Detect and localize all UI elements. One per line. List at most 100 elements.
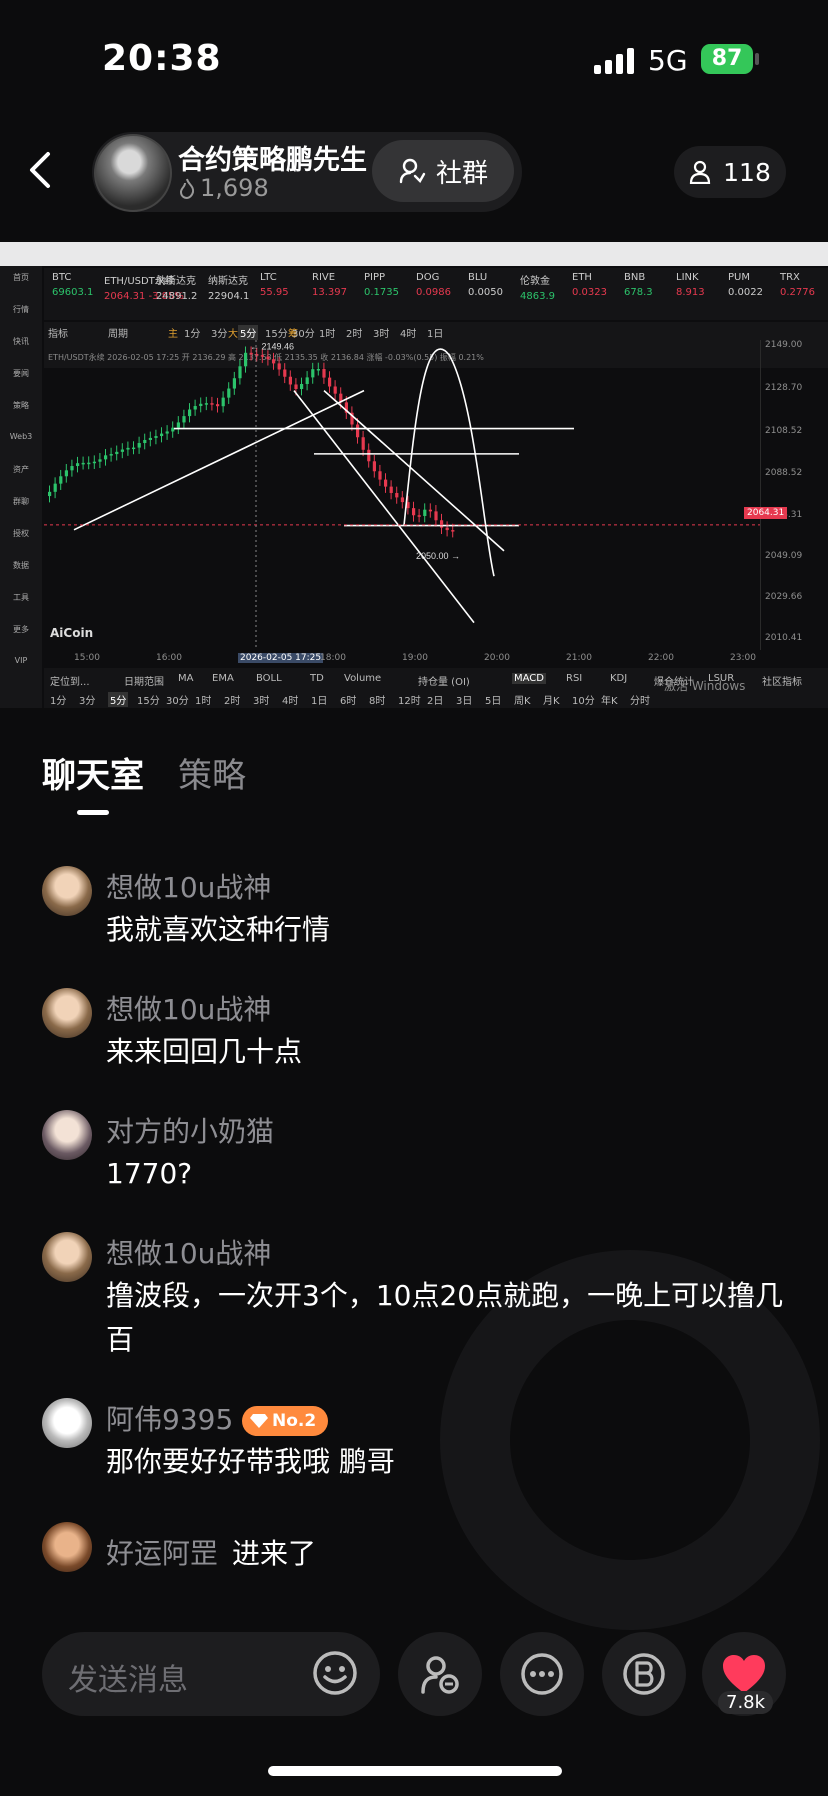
- left-nav-item[interactable]: 更多: [4, 624, 38, 635]
- timeframe-option[interactable]: 2时: [224, 692, 240, 707]
- period-option[interactable]: 30分: [292, 325, 315, 340]
- indicator-option[interactable]: 社区指标: [762, 673, 802, 688]
- member-count-button[interactable]: 118: [674, 146, 786, 198]
- timeframe-option[interactable]: 年K: [601, 692, 618, 707]
- home-indicator[interactable]: [268, 1766, 562, 1776]
- period-option[interactable]: 3时: [373, 325, 389, 340]
- user-avatar[interactable]: [42, 1110, 92, 1160]
- period-option[interactable]: 15分: [265, 325, 288, 340]
- period-option[interactable]: 1分: [184, 325, 200, 340]
- emoji-icon[interactable]: [310, 1648, 360, 1698]
- tab-strategy[interactable]: 策略: [178, 748, 246, 797]
- indicator-option[interactable]: MACD: [512, 673, 546, 684]
- indicator-option[interactable]: 持仓量 (OI): [418, 673, 470, 688]
- left-nav-item[interactable]: 策略: [4, 400, 38, 411]
- left-nav-item[interactable]: 资产: [4, 464, 38, 475]
- ticker-item[interactable]: PUM 0.0022: [728, 272, 763, 298]
- indicator-option[interactable]: EMA: [212, 673, 234, 684]
- host-avatar[interactable]: [94, 134, 172, 212]
- left-nav-item[interactable]: 数据: [4, 560, 38, 571]
- back-arrow-icon[interactable]: [28, 150, 54, 190]
- candle-body: [193, 406, 197, 410]
- ticker-item[interactable]: LTC 55.95: [260, 272, 289, 298]
- timeframe-option[interactable]: 3时: [253, 692, 269, 707]
- chart-tool[interactable]: 指标: [48, 325, 68, 340]
- indicator-option[interactable]: KDJ: [610, 673, 627, 684]
- left-nav-item[interactable]: 首页: [4, 272, 38, 283]
- ticker-item[interactable]: RIVE 13.397: [312, 272, 347, 298]
- coin-button[interactable]: [602, 1632, 686, 1716]
- community-button[interactable]: 社群: [372, 140, 514, 202]
- left-nav-item[interactable]: 快讯: [4, 336, 38, 347]
- candle-body: [48, 491, 52, 497]
- user-avatar[interactable]: [42, 1398, 92, 1448]
- timeframe-option[interactable]: 5分: [108, 692, 129, 707]
- ticker-item[interactable]: BTC 69603.1: [52, 272, 93, 298]
- timeframe-option[interactable]: 3日: [456, 692, 472, 707]
- message-username[interactable]: 想做10u战神: [106, 988, 271, 1028]
- left-nav-item[interactable]: 要闻: [4, 368, 38, 379]
- ticker-item[interactable]: BNB 678.3: [624, 272, 653, 298]
- ticker-item[interactable]: LINK 8.913: [676, 272, 705, 298]
- timeframe-option[interactable]: 2日: [427, 692, 443, 707]
- period-option[interactable]: 5分: [238, 325, 259, 340]
- indicator-option[interactable]: TD: [310, 673, 324, 684]
- chart-tool[interactable]: 主: [168, 325, 178, 340]
- left-nav-item[interactable]: Web3: [4, 432, 38, 441]
- user-avatar[interactable]: [42, 1232, 92, 1282]
- ticker-item[interactable]: PIPP 0.1735: [364, 272, 399, 298]
- period-option[interactable]: 1时: [319, 325, 335, 340]
- timeframe-option[interactable]: 6时: [340, 692, 356, 707]
- live-stream-video[interactable]: 首页行情快讯要闻策略 Web3 资产群聊授权数据工具更多 VIP BTC 69603.1…: [0, 242, 828, 708]
- period-option[interactable]: 2时: [346, 325, 362, 340]
- user-avatar[interactable]: [42, 866, 92, 916]
- timeframe-option[interactable]: 10分: [572, 692, 595, 707]
- indicator-option[interactable]: MA: [178, 673, 193, 684]
- timeframe-option[interactable]: 1日: [311, 692, 327, 707]
- community-join-button[interactable]: [398, 1632, 482, 1716]
- chart-tool[interactable]: 周期: [108, 325, 128, 340]
- ticker-item[interactable]: BLU 0.0050: [468, 272, 503, 298]
- indicator-option[interactable]: RSI: [566, 673, 582, 684]
- chart-tool[interactable]: 大: [228, 325, 238, 340]
- period-option[interactable]: 1日: [427, 325, 443, 340]
- left-nav-item[interactable]: VIP: [4, 656, 38, 665]
- period-option[interactable]: 4时: [400, 325, 416, 340]
- timeframe-option[interactable]: 1时: [195, 692, 211, 707]
- message-username[interactable]: 好运阿罡: [106, 1532, 218, 1572]
- ticker-item[interactable]: DOG 0.0986: [416, 272, 451, 298]
- timeframe-option[interactable]: 8时: [369, 692, 385, 707]
- user-avatar[interactable]: [42, 1522, 92, 1572]
- timeframe-option[interactable]: 4时: [282, 692, 298, 707]
- timeframe-option[interactable]: 周K: [514, 692, 531, 707]
- left-nav-item[interactable]: 行情: [4, 304, 38, 315]
- timeframe-option[interactable]: 分时: [630, 692, 650, 707]
- ticker-item[interactable]: ETH 0.0323: [572, 272, 607, 298]
- left-nav-item[interactable]: 群聊: [4, 496, 38, 507]
- more-options-button[interactable]: [500, 1632, 584, 1716]
- period-option[interactable]: 3分: [211, 325, 227, 340]
- left-nav-item[interactable]: 授权: [4, 528, 38, 539]
- tab-chat-room[interactable]: 聊天室: [42, 748, 144, 797]
- timeframe-option[interactable]: 3分: [79, 692, 95, 707]
- message-username[interactable]: 想做10u战神: [106, 866, 271, 906]
- ticker-item[interactable]: 纳斯达克 24891.2: [156, 272, 197, 302]
- left-nav-item[interactable]: 工具: [4, 592, 38, 603]
- timeframe-option[interactable]: 月K: [543, 692, 560, 707]
- indicator-option[interactable]: 日期范围: [124, 673, 164, 688]
- user-avatar[interactable]: [42, 988, 92, 1038]
- message-username[interactable]: 对方的小奶猫: [106, 1110, 274, 1150]
- ticker-item[interactable]: 纳斯达克 22904.1: [208, 272, 249, 302]
- ticker-item[interactable]: 伦敦金 4863.9: [520, 272, 555, 302]
- message-username[interactable]: 想做10u战神: [106, 1232, 271, 1272]
- timeframe-option[interactable]: 15分: [137, 692, 160, 707]
- indicator-option[interactable]: 定位到...: [50, 673, 90, 688]
- indicator-option[interactable]: Volume: [344, 673, 381, 684]
- timeframe-option[interactable]: 1分: [50, 692, 66, 707]
- timeframe-option[interactable]: 5日: [485, 692, 501, 707]
- indicator-option[interactable]: BOLL: [256, 673, 282, 684]
- timeframe-option[interactable]: 12时: [398, 692, 421, 707]
- ticker-item[interactable]: TRX 0.2776: [780, 272, 815, 298]
- message-username[interactable]: 阿伟9395: [106, 1398, 233, 1438]
- timeframe-option[interactable]: 30分: [166, 692, 189, 707]
